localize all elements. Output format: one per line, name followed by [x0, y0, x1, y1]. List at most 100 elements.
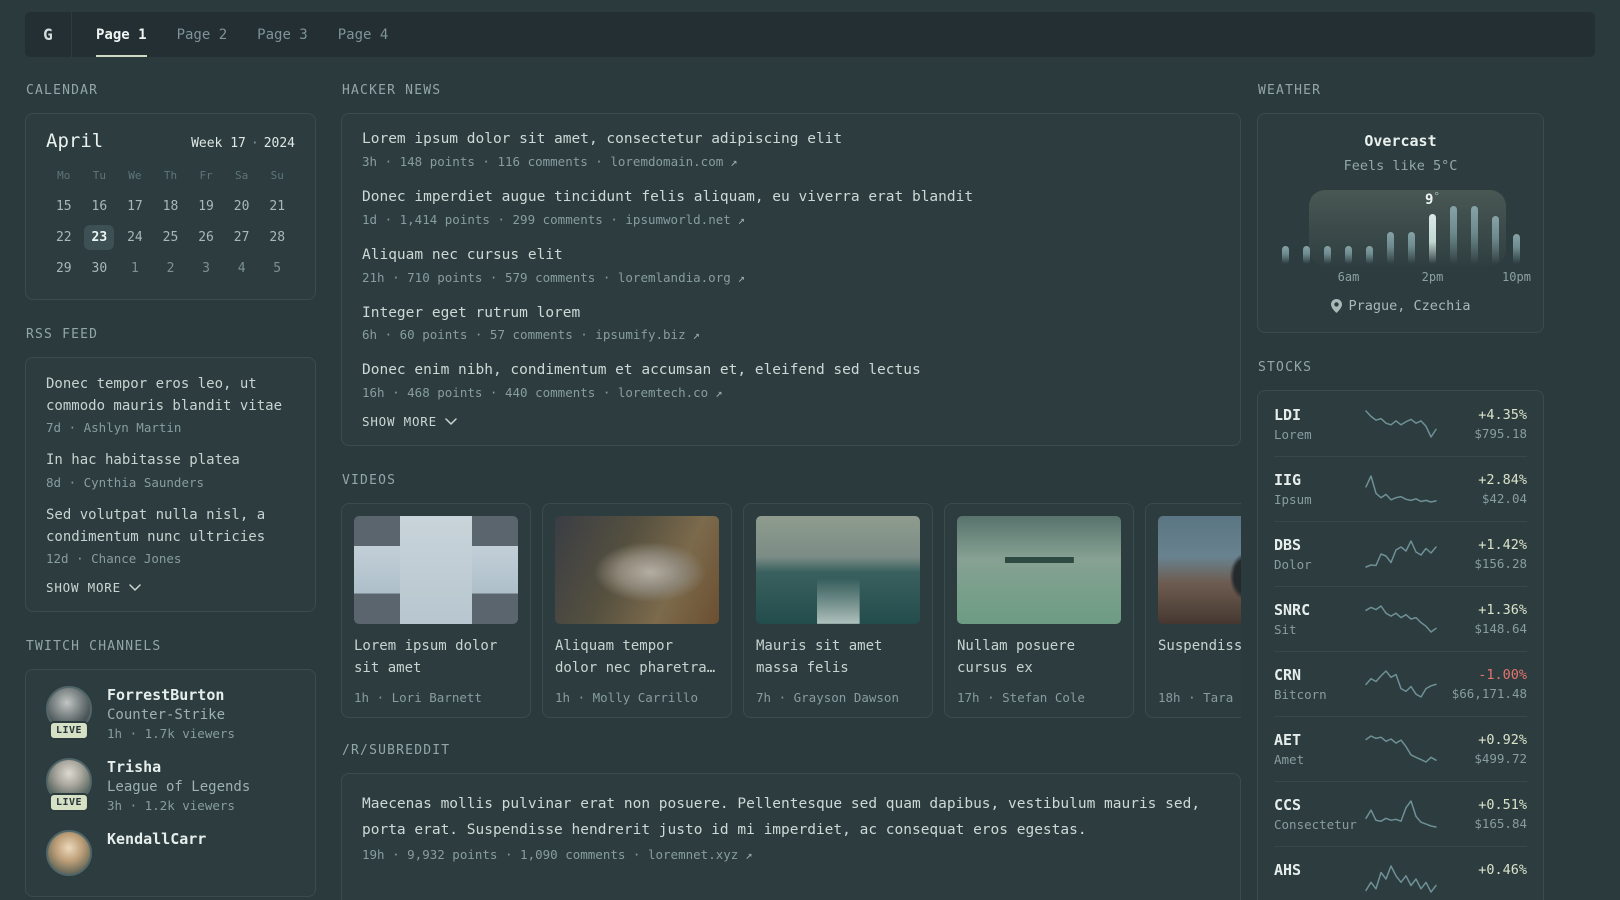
- chevron-down-icon: [445, 418, 457, 425]
- video-thumbnail[interactable]: [555, 516, 719, 625]
- stock-row[interactable]: CRN Bitcorn -1.00% $66,171.48: [1274, 651, 1527, 716]
- external-link-icon: ↗: [737, 212, 745, 227]
- rss-item-title[interactable]: In hac habitasse platea: [46, 450, 295, 472]
- hn-item-title[interactable]: Aliquam nec cursus elit: [362, 246, 1220, 265]
- stock-sparkline: [1364, 605, 1437, 633]
- calendar-day: 17: [127, 199, 143, 214]
- video-card[interactable]: Nullam posuere cursus ex 17h · Stefan Co…: [944, 503, 1134, 719]
- weather-feels-like: Feels like 5°C: [1343, 158, 1458, 174]
- tab-page-3[interactable]: Page 3: [257, 12, 308, 57]
- weather-bar: [1449, 206, 1457, 264]
- video-title[interactable]: Suspendisse diam: [1158, 636, 1241, 680]
- video-thumbnail[interactable]: [756, 516, 920, 625]
- calendar-day-header: Sa: [235, 169, 249, 182]
- external-link-icon: ↗: [730, 154, 738, 169]
- video-title[interactable]: Nullam posuere cursus ex: [957, 636, 1121, 680]
- calendar-week-year: Week 17 · 2024: [191, 136, 295, 151]
- subreddit-post-domain[interactable]: loremnet.xyz: [648, 847, 738, 862]
- stock-price: $795.18: [1474, 426, 1527, 441]
- video-card[interactable]: Mauris sit amet massa felis 7h · Grayson…: [743, 503, 933, 719]
- stock-price: $165.84: [1474, 816, 1527, 831]
- hn-item-meta: 3h · 148 points · 116 comments · loremdo…: [362, 153, 738, 169]
- subreddit-widget-title: /R/SUBREDDIT: [342, 743, 451, 759]
- calendar-day-header: Fr: [199, 169, 213, 182]
- hackernews-widget: HACKER NEWS Lorem ipsum dolor sit amet, …: [341, 83, 1241, 447]
- rss-show-more-button[interactable]: SHOW MORE: [46, 580, 141, 595]
- weather-axis-label: 6am: [1337, 270, 1360, 284]
- tab-page-4[interactable]: Page 4: [338, 12, 389, 57]
- external-link-icon: ↗: [692, 328, 700, 343]
- stock-change: +1.36%: [1478, 602, 1527, 618]
- hackernews-card: Lorem ipsum dolor sit amet, consectetur …: [341, 113, 1241, 447]
- rss-item-title[interactable]: Sed volutpat nulla nisl, a condimentum n…: [46, 505, 295, 548]
- calendar-day: 20: [233, 199, 250, 214]
- video-thumbnail[interactable]: [354, 516, 518, 625]
- hn-item-meta: 6h · 60 points · 57 comments · ipsumify.…: [362, 327, 700, 343]
- stock-sparkline: [1364, 540, 1437, 568]
- video-card[interactable]: Lorem ipsum dolor sit amet consectetu… 1…: [341, 503, 531, 719]
- hn-item-title[interactable]: Donec enim nibh, condimentum et accumsan…: [362, 361, 1220, 380]
- stock-row[interactable]: DBS Dolor +1.42% $156.28: [1274, 521, 1527, 586]
- calendar-day: 25: [162, 230, 179, 245]
- video-list: Lorem ipsum dolor sit amet consectetu… 1…: [341, 503, 1241, 719]
- tab-page-2[interactable]: Page 2: [177, 12, 228, 57]
- video-title[interactable]: Mauris sit amet massa felis: [756, 636, 920, 680]
- twitch-channel[interactable]: LIVE ForrestBurton Counter-Strike 1h · 1…: [46, 686, 295, 741]
- weather-location-text: Prague, Czechia: [1348, 298, 1471, 314]
- video-meta: 18h · Tara: [1158, 690, 1234, 706]
- subreddit-post-meta: 19h · 9,932 points · 1,090 comments · lo…: [362, 846, 753, 862]
- video-thumbnail[interactable]: [1158, 516, 1241, 625]
- stock-change: +0.92%: [1478, 732, 1527, 748]
- stock-row[interactable]: LDI Lorem +4.35% $795.18: [1274, 392, 1527, 456]
- rss-item: In hac habitasse platea 8d · Cynthia Sau…: [46, 450, 295, 490]
- stock-name: Lorem: [1274, 427, 1312, 442]
- calendar-day-grid: 15 16 17 18 19 20 21 22 23 24 25 26 27 28 29 30 1 2 3 4 5: [46, 194, 295, 281]
- stock-change: -1.00%: [1478, 667, 1527, 683]
- video-title[interactable]: Aliquam tempor dolor nec pharetra…: [555, 636, 719, 680]
- hn-item-domain[interactable]: loremdomain.com: [610, 154, 723, 169]
- stock-name: Bitcorn: [1274, 687, 1327, 702]
- stock-row[interactable]: AET Amet +0.92% $499.72: [1274, 716, 1527, 781]
- hn-item-domain[interactable]: loremtech.co: [618, 385, 708, 400]
- video-thumbnail[interactable]: [957, 516, 1121, 625]
- stock-change: +1.42%: [1478, 537, 1527, 553]
- hn-item-title[interactable]: Integer eget rutrum lorem: [362, 304, 1220, 323]
- video-card[interactable]: Aliquam tempor dolor nec pharetra… 1h · …: [542, 503, 732, 719]
- stock-price: $148.64: [1474, 621, 1527, 636]
- rss-item-title[interactable]: Donec tempor eros leo, ut commodo mauris…: [46, 374, 295, 417]
- calendar-day-header: Tu: [92, 169, 106, 182]
- stock-symbol: AET: [1274, 731, 1302, 749]
- subreddit-post-title[interactable]: Maecenas mollis pulvinar erat non posuer…: [362, 792, 1220, 843]
- stock-change: +2.84%: [1478, 472, 1527, 488]
- stock-sparkline: [1364, 800, 1437, 828]
- stock-row[interactable]: IIG Ipsum +2.84% $42.04: [1274, 456, 1527, 521]
- subreddit-post: Maecenas mollis pulvinar erat non posuer…: [362, 792, 1220, 862]
- hn-show-more-button[interactable]: SHOW MORE: [362, 414, 457, 429]
- stock-price: $42.04: [1481, 491, 1527, 506]
- hn-item-title[interactable]: Donec imperdiet augue tincidunt felis al…: [362, 188, 1220, 207]
- page-tabs: Page 1 Page 2 Page 3 Page 4: [96, 12, 388, 57]
- tab-page-1[interactable]: Page 1: [96, 12, 147, 57]
- channel-info: KendallCarr: [107, 830, 206, 848]
- stock-row[interactable]: AHS +0.46%: [1274, 846, 1527, 900]
- video-title[interactable]: Lorem ipsum dolor sit amet consectetu…: [354, 636, 518, 680]
- stock-row[interactable]: SNRC Sit +1.36% $148.64: [1274, 586, 1527, 651]
- avatar: LIVE: [46, 686, 92, 741]
- stock-row[interactable]: CCS Consectetur +0.51% $165.84: [1274, 781, 1527, 846]
- twitch-channel[interactable]: KendallCarr: [46, 830, 295, 877]
- video-card[interactable]: Suspendisse diam 18h · Tara: [1145, 503, 1241, 719]
- twitch-channel[interactable]: LIVE Trisha League of Legends 3h · 1.2k …: [46, 758, 295, 813]
- hn-item-domain[interactable]: loremlandia.org: [618, 270, 731, 285]
- calendar-day: 30: [91, 261, 108, 276]
- channel-viewers: 1h · 1.7k viewers: [107, 726, 235, 742]
- stock-name: [1274, 882, 1364, 897]
- hn-item-domain[interactable]: ipsumworld.net: [625, 212, 730, 227]
- stock-change: +4.35%: [1478, 407, 1527, 423]
- stock-name: Sit: [1274, 622, 1297, 637]
- hn-item-title[interactable]: Lorem ipsum dolor sit amet, consectetur …: [362, 130, 1220, 149]
- stock-sparkline: [1364, 410, 1437, 438]
- hn-item-meta: 16h · 468 points · 440 comments · loremt…: [362, 385, 723, 401]
- rss-item-meta: 7d · Ashlyn Martin: [46, 420, 182, 436]
- stock-sparkline: [1364, 735, 1437, 763]
- hn-item-domain[interactable]: ipsumify.biz: [595, 327, 685, 342]
